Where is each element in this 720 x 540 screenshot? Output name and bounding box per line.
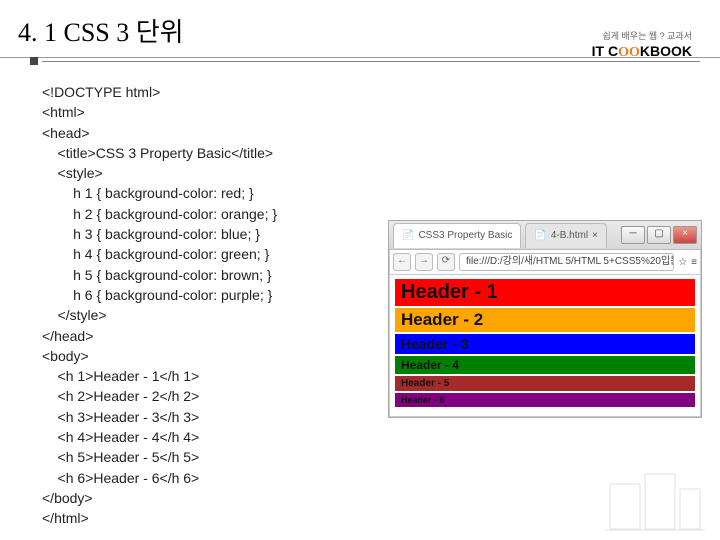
code-line: </html> bbox=[42, 510, 89, 526]
header-3: Header - 3 bbox=[395, 334, 695, 354]
code-line: <h 2>Header - 2</h 2> bbox=[42, 388, 199, 404]
browser-tab-strip: 📄 CSS3 Property Basic 📄 4-B.html × ─ ▢ × bbox=[389, 221, 701, 250]
browser-preview: 📄 CSS3 Property Basic 📄 4-B.html × ─ ▢ ×… bbox=[388, 220, 702, 418]
close-button[interactable]: × bbox=[673, 226, 697, 244]
page-icon: 📄 bbox=[534, 230, 546, 241]
header-2: Header - 2 bbox=[395, 308, 695, 332]
code-line: <html> bbox=[42, 104, 85, 120]
minimize-button[interactable]: ─ bbox=[621, 226, 645, 244]
code-line: h 2 { background-color: orange; } bbox=[42, 206, 277, 222]
tab-label: CSS3 Property Basic bbox=[418, 230, 512, 241]
code-line: <body> bbox=[42, 348, 89, 364]
tab-label: 4-B.html bbox=[551, 230, 588, 241]
maximize-button[interactable]: ▢ bbox=[647, 226, 671, 244]
header-4: Header - 4 bbox=[395, 356, 695, 374]
code-line: h 3 { background-color: blue; } bbox=[42, 226, 260, 242]
header-6: Header - 6 bbox=[395, 393, 695, 407]
code-line: </head> bbox=[42, 328, 93, 344]
code-line: </body> bbox=[42, 490, 93, 506]
forward-icon[interactable]: → bbox=[415, 253, 433, 271]
code-line: <h 6>Header - 6</h 6> bbox=[42, 470, 199, 486]
close-icon[interactable]: × bbox=[592, 230, 598, 241]
browser-tab-active[interactable]: 📄 CSS3 Property Basic bbox=[393, 223, 521, 248]
code-line: <h 3>Header - 3</h 3> bbox=[42, 409, 199, 425]
bullet-icon bbox=[30, 57, 38, 65]
code-line: </style> bbox=[42, 307, 107, 323]
code-line: <h 5>Header - 5</h 5> bbox=[42, 449, 199, 465]
code-line: h 5 { background-color: brown; } bbox=[42, 267, 272, 283]
back-icon[interactable]: ← bbox=[393, 253, 411, 271]
code-line: <head> bbox=[42, 125, 90, 141]
rendered-page: Header - 1 Header - 2 Header - 3 Header … bbox=[389, 275, 701, 417]
brand-k: KBOOK bbox=[640, 43, 692, 59]
star-icon[interactable]: ☆ bbox=[678, 257, 687, 268]
reload-icon[interactable]: ⟳ bbox=[437, 253, 455, 271]
browser-tab-inactive[interactable]: 📄 4-B.html × bbox=[525, 223, 607, 248]
code-line: h 4 { background-color: green; } bbox=[42, 246, 269, 262]
code-line: <style> bbox=[42, 165, 103, 181]
address-bar: ← → ⟳ file:///D:/강의/새/HTML 5/HTML 5+CSS5… bbox=[389, 250, 701, 275]
brand-it: IT C bbox=[592, 43, 618, 59]
page-icon: 📄 bbox=[402, 230, 414, 241]
brand-logo: 쉽게 배우는 웹 ? 교과서 IT COOKBOOK bbox=[592, 26, 692, 62]
brand-tagline: 쉽게 배우는 웹 ? 교과서 bbox=[602, 31, 692, 41]
menu-icon[interactable]: ≡ bbox=[691, 257, 697, 268]
brand-ok: OO bbox=[618, 45, 640, 60]
url-field[interactable]: file:///D:/강의/새/HTML 5/HTML 5+CSS5%20입문/… bbox=[459, 253, 674, 271]
header-5: Header - 5 bbox=[395, 376, 695, 391]
code-line: h 1 { background-color: red; } bbox=[42, 185, 254, 201]
header-1: Header - 1 bbox=[395, 279, 695, 306]
code-line: <h 4>Header - 4</h 4> bbox=[42, 429, 199, 445]
code-line: h 6 { background-color: purple; } bbox=[42, 287, 272, 303]
code-line: <h 1>Header - 1</h 1> bbox=[42, 368, 199, 384]
code-line: <title>CSS 3 Property Basic</title> bbox=[42, 145, 273, 161]
code-line: <!DOCTYPE html> bbox=[42, 84, 160, 100]
